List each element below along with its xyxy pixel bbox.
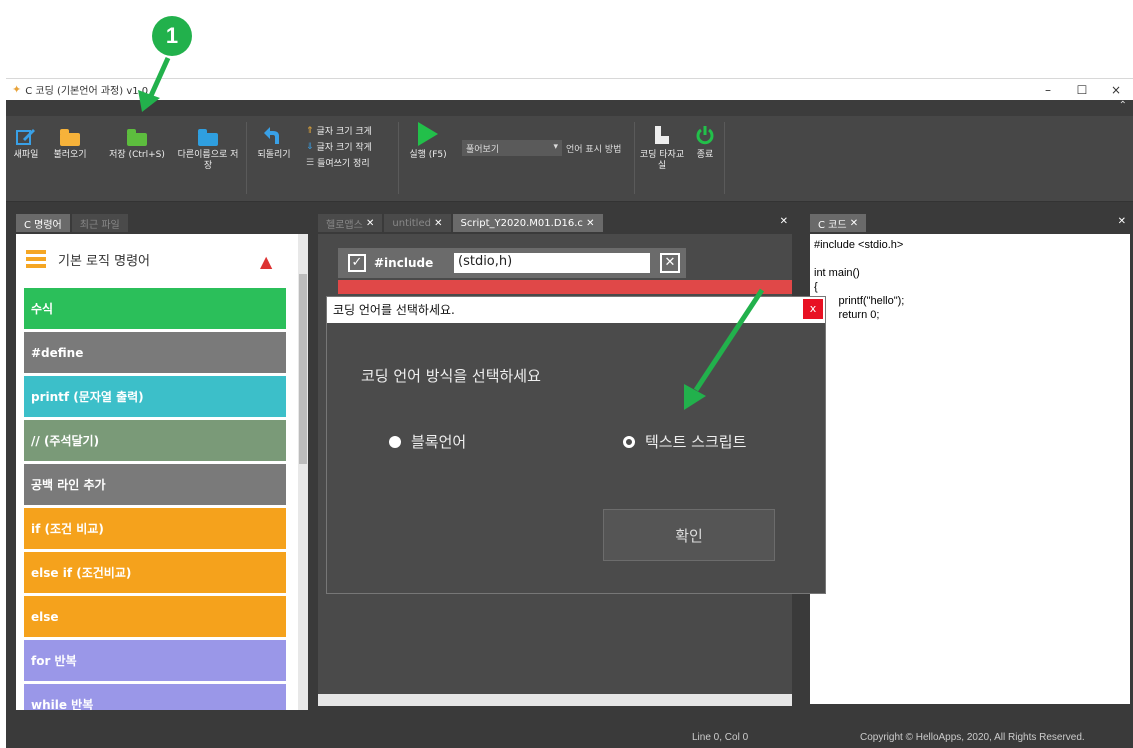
dialog-close-button[interactable]: x [803,299,823,319]
tab-c-commands[interactable]: C 명령어 [16,214,70,232]
command-item[interactable]: if (조건 비교) [24,508,286,549]
save-button[interactable]: 저장 (Ctrl+S) [100,122,174,161]
view-dropdown[interactable]: 풀어보기 ▾ [462,140,562,156]
include-block[interactable]: ✓ #include (stdio,h) ✕ [338,248,686,278]
language-select-dialog: 코딩 언어를 선택하세요. x 코딩 언어 방식을 선택하세요 블록언어 텍스트… [326,296,826,594]
quit-label: 종료 [696,150,714,160]
radio-text-script[interactable]: 텍스트 스크립트 [623,431,746,452]
save-folder-icon [127,122,147,146]
list-icon [26,250,46,268]
undo-label: 되돌리기 [257,150,291,160]
tab-c-code[interactable]: C 코드 ✕ [810,214,867,232]
font-bigger-icon: ⇑ [306,125,314,136]
close-window-button[interactable]: × [1099,79,1133,101]
command-item[interactable]: printf (문자열 출력) [24,376,286,417]
indent-icon: ☰ [306,157,315,168]
tab-untitled[interactable]: untitled ✕ [384,214,451,232]
new-file-icon [15,122,37,146]
status-bar: Line 0, Col 0 Copyright © HelloApps, 202… [6,728,1133,748]
tab-script[interactable]: Script_Y2020.M01.D16.c ✕ [452,214,603,232]
close-tab-icon[interactable]: ✕ [434,218,442,229]
chevron-up-icon[interactable]: ▲ [260,252,272,271]
new-file-button[interactable]: 새파일 [10,122,42,161]
ribbon-topbar: ⌃ [6,100,1133,116]
save-as-folder-icon [198,122,218,146]
close-code-pane-icon[interactable]: ✕ [1118,216,1126,227]
open-button[interactable]: 불러오기 [46,122,94,161]
save-as-button[interactable]: 다른이름으로 저장 [176,122,240,172]
open-folder-icon [60,122,80,146]
red-block[interactable] [338,280,792,294]
typing-icon [653,122,671,146]
checkbox-icon[interactable]: ✓ [348,254,366,272]
font-smaller-icon: ⇓ [306,141,314,152]
command-item[interactable]: else [24,596,286,637]
command-palette: 기본 로직 명령어 ▲ 수식 #define printf (문자열 출력)// (… [16,234,298,710]
window-titlebar: ✦ C 코딩 (기본언어 과정) v1.0 – ☐ × [6,78,1133,100]
delete-block-icon[interactable]: ✕ [660,253,680,273]
tab-recent-files[interactable]: 최근 파일 [71,214,128,232]
save-as-label: 다른이름으로 저장 [177,150,239,171]
run-button[interactable]: 실행 (F5) [400,122,456,161]
palette-header[interactable]: 기본 로직 명령어 ▲ [16,234,298,284]
callout-1: 1 [152,16,192,56]
toolbar: 새파일 불러오기 저장 (Ctrl+S) 다른이름으로 저장 되돌리기 ⇑ 글자 … [6,116,1133,202]
command-item[interactable]: 공백 라인 추가 [24,464,286,505]
undo-button[interactable]: 되돌리기 [250,122,298,161]
font-smaller-button[interactable]: ⇓ 글자 크기 작게 [306,140,372,154]
scrollbar-thumb[interactable] [299,274,307,464]
power-icon [695,122,715,146]
copyright-text: Copyright © HelloApps, 2020, All Rights … [860,732,1085,743]
close-editor-pane-icon[interactable]: ✕ [780,216,788,227]
tab-helloapps[interactable]: 헬로앱스 ✕ [318,214,383,232]
save-label: 저장 (Ctrl+S) [109,150,165,160]
indent-button[interactable]: ☰ 들여쓰기 정리 [306,156,370,170]
lang-display-label: 언어 표시 방법 [566,145,622,155]
new-file-label: 새파일 [13,150,39,160]
cursor-position: Line 0, Col 0 [692,732,749,743]
radio-block-language[interactable]: 블록언어 [389,431,466,452]
app-icon: ✦ [12,83,22,96]
radio-empty-icon [623,435,635,448]
minimize-button[interactable]: – [1031,79,1065,101]
font-bigger-button[interactable]: ⇑ 글자 크기 크게 [306,124,372,138]
typing-label: 코딩 타자교실 [639,150,685,171]
maximize-button[interactable]: ☐ [1065,79,1099,101]
code-tabbar: C 코드 ✕ ✕ [810,210,1130,232]
run-play-icon [418,122,438,146]
radio-filled-icon [389,435,401,448]
run-label: 실행 (F5) [409,150,447,160]
palette-header-label: 기본 로직 명령어 [58,253,150,269]
close-tab-icon[interactable]: ✕ [366,218,374,229]
dialog-message: 코딩 언어 방식을 선택하세요 [361,367,541,385]
ok-button[interactable]: 확인 [603,509,775,561]
open-label: 불러오기 [53,150,87,160]
palette-scrollbar[interactable] [298,234,308,710]
close-tab-icon[interactable]: ✕ [586,218,594,229]
command-item[interactable]: // (주석달기) [24,420,286,461]
command-item[interactable]: #define [24,332,286,373]
editor-hscrollbar[interactable] [318,694,792,706]
collapse-ribbon-icon[interactable]: ⌃ [1119,100,1127,111]
command-item[interactable]: while 반복 [24,684,286,710]
editor-tabbar: 헬로앱스 ✕ untitled ✕ Script_Y2020.M01.D16.c… [318,210,792,232]
block-keyword: #include [374,256,434,270]
include-value-input[interactable]: (stdio,h) [454,253,650,273]
dialog-title: 코딩 언어를 선택하세요. [327,297,825,323]
quit-button[interactable]: 종료 [690,122,720,161]
code-view[interactable]: #include <stdio.h> int main() { printf("… [810,234,1130,704]
dropdown-arrow-icon: ▾ [553,142,558,152]
command-item[interactable]: else if (조건비교) [24,552,286,593]
close-tab-icon[interactable]: ✕ [850,218,858,229]
typing-button[interactable]: 코딩 타자교실 [638,122,686,172]
command-item[interactable]: 수식 [24,288,286,329]
undo-icon [263,122,285,146]
command-item[interactable]: for 반복 [24,640,286,681]
left-tabbar: C 명령어 최근 파일 [16,210,130,232]
window-title: C 코딩 (기본언어 과정) v1.0 [25,86,149,97]
